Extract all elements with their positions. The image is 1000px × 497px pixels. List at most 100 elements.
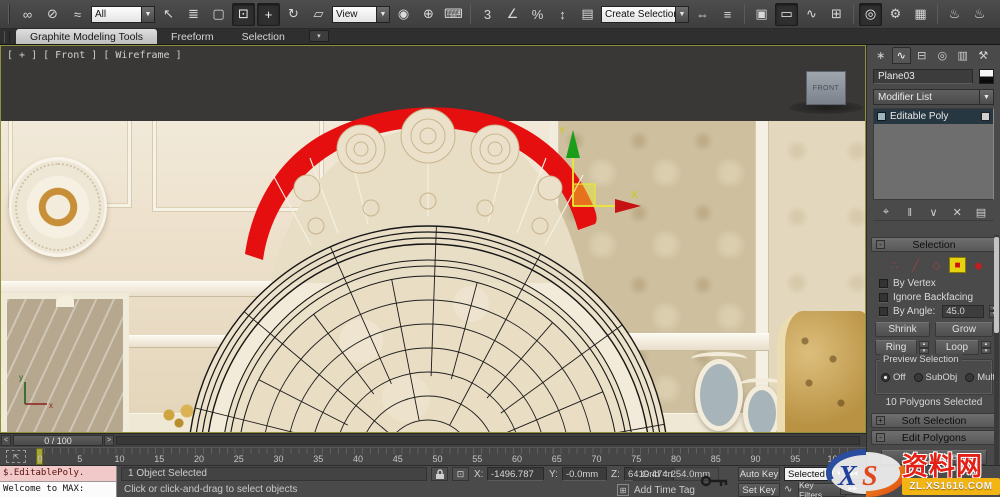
viewport-label[interactable]: [ + ] [ Front ] [ Wireframe ]: [7, 50, 182, 61]
panel-scrollbar[interactable]: [994, 235, 999, 495]
configure-modifier-sets-icon[interactable]: ▤: [972, 205, 990, 220]
chevron-down-icon[interactable]: ▼: [141, 6, 154, 22]
insert-vertex-button[interactable]: Insert Vertex: [881, 450, 987, 465]
curve-editor-icon[interactable]: ∿: [800, 3, 823, 26]
select-and-scale-icon[interactable]: ▱: [307, 3, 330, 26]
polygon-subobject-icon[interactable]: ■: [949, 257, 966, 273]
absolute-offset-toggle-icon[interactable]: ⊡: [452, 467, 469, 481]
auto-key-button[interactable]: Auto Key: [738, 467, 780, 481]
grow-button[interactable]: Grow: [935, 322, 993, 337]
select-and-link-icon[interactable]: ∞: [16, 3, 39, 26]
listener-output-line[interactable]: Welcome to MAX:: [0, 482, 116, 497]
next-frame-button[interactable]: >: [104, 435, 114, 446]
modifier-list-dropdown[interactable]: Modifier List ▼: [873, 89, 994, 105]
tab-modify[interactable]: ∿: [891, 47, 911, 64]
radio-off[interactable]: Off: [881, 372, 906, 383]
use-pivot-point-center-icon[interactable]: ◉: [392, 3, 415, 26]
rollout-header-selection[interactable]: - Selection: [871, 237, 996, 252]
radio-dot[interactable]: [965, 373, 975, 382]
element-subobject-icon[interactable]: ◆: [970, 257, 987, 273]
key-mode-dropdown[interactable]: Selected ▼: [784, 467, 846, 481]
ribbon-grip[interactable]: [4, 31, 10, 43]
ring-button[interactable]: Ring: [875, 340, 917, 355]
select-and-rotate-icon[interactable]: ↻: [282, 3, 305, 26]
toolbar-grip[interactable]: [8, 4, 10, 24]
previous-frame-button[interactable]: <: [1, 435, 11, 446]
snaps-toggle-icon[interactable]: 3: [476, 3, 499, 26]
expand-icon[interactable]: +: [876, 416, 885, 425]
go-to-start-button[interactable]: ◀◀: [840, 467, 866, 480]
key-filters-button[interactable]: Key Filters...: [798, 480, 846, 497]
radio-multi[interactable]: Multi: [965, 372, 997, 383]
rollout-header-soft-selection[interactable]: + Soft Selection: [871, 413, 996, 428]
stack-row-editable-poly[interactable]: Editable Poly: [874, 109, 993, 124]
mirror-icon[interactable]: ⇔: [691, 3, 714, 26]
named-selection-sets-dropdown[interactable]: Create Selection Se▼: [601, 5, 689, 23]
ignore-backfacing-checkbox[interactable]: [879, 292, 888, 302]
spinner-snap-toggle-icon[interactable]: ↕: [551, 3, 574, 26]
viewcube[interactable]: FRONT: [806, 71, 846, 105]
track-bar[interactable]: ⇱ 0 5 10 15 20 25 30 35 40 45 50 55 60 65 70 75 80 85 90 95…: [0, 447, 866, 465]
select-and-move-icon[interactable]: +: [257, 2, 280, 26]
material-editor-icon[interactable]: ◎: [859, 2, 882, 26]
listener-macro-line[interactable]: $.EditablePoly.: [0, 466, 116, 482]
tab-graphite-modeling-tools[interactable]: Graphite Modeling Tools: [16, 29, 158, 44]
radio-dot[interactable]: [913, 373, 923, 382]
shrink-button[interactable]: Shrink: [875, 322, 930, 337]
wireframe-model[interactable]: Y X x y: [1, 46, 866, 433]
reference-coordinate-system-dropdown[interactable]: View ▼: [332, 5, 390, 23]
rendered-frame-window-icon[interactable]: ▦: [909, 3, 932, 26]
percent-snap-toggle-icon[interactable]: %: [526, 3, 549, 26]
collapse-icon[interactable]: -: [876, 240, 885, 249]
gizmo-y-arrow[interactable]: [566, 130, 580, 158]
rollout-header-edit-polygons[interactable]: - Edit Polygons: [871, 430, 996, 445]
maxscript-mini-listener[interactable]: $.EditablePoly. Welcome to MAX:: [0, 466, 117, 497]
time-slider-handle[interactable]: 0 / 100: [13, 435, 103, 446]
chevron-down-icon[interactable]: ▼: [376, 6, 389, 22]
tab-motion[interactable]: ◎: [933, 47, 953, 64]
by-angle-checkbox[interactable]: [879, 306, 888, 316]
bind-to-space-warp-icon[interactable]: ≈: [66, 3, 89, 26]
schematic-view-icon[interactable]: ⊞: [825, 3, 848, 26]
select-object-icon[interactable]: ↖: [157, 3, 180, 26]
y-coord-field[interactable]: -0.0mm: [562, 467, 607, 481]
time-slider-track[interactable]: [116, 436, 860, 445]
tab-utilities[interactable]: ⚒: [974, 47, 994, 64]
open-mini-curve-editor-icon[interactable]: ⇱: [6, 450, 26, 463]
pin-stack-icon[interactable]: ⌖: [877, 205, 895, 220]
render-production-icon[interactable]: ♨: [943, 3, 966, 26]
viewcube-front-face[interactable]: FRONT: [813, 85, 840, 92]
scrollbar-thumb[interactable]: [994, 237, 999, 333]
tab-freeform[interactable]: Freeform: [157, 29, 228, 44]
tab-selection[interactable]: Selection: [228, 29, 299, 44]
object-color-swatch[interactable]: [979, 69, 994, 84]
modifier-stack[interactable]: Editable Poly: [873, 108, 994, 200]
add-time-tag[interactable]: Add Time Tag: [634, 485, 695, 496]
ribbon-minimize-button[interactable]: ▾: [308, 30, 329, 42]
gizmo-xy-plane-handle[interactable]: [572, 183, 596, 207]
angle-snap-toggle-icon[interactable]: ∠: [501, 3, 524, 26]
chevron-down-icon[interactable]: ▼: [675, 6, 688, 22]
keyboard-shortcut-override-icon[interactable]: ⌨: [442, 3, 465, 26]
edge-subobject-icon[interactable]: ╱: [907, 257, 924, 273]
window-crossing-toggle-icon[interactable]: ⊡: [232, 2, 255, 26]
select-by-name-icon[interactable]: ≣: [182, 3, 205, 26]
tab-display[interactable]: ▥: [953, 47, 973, 64]
play-button[interactable]: ▶▶: [840, 482, 866, 495]
make-unique-icon[interactable]: ∨: [925, 205, 943, 220]
radio-dot[interactable]: [881, 373, 890, 382]
set-key-button[interactable]: Set Key: [738, 483, 780, 497]
loop-spinner[interactable]: ▲ ▼: [981, 341, 991, 354]
tab-hierarchy[interactable]: ⊟: [912, 47, 932, 64]
gizmo-x-arrow[interactable]: [615, 199, 641, 213]
edit-named-selection-sets-icon[interactable]: ▤: [576, 3, 599, 26]
loop-button[interactable]: Loop: [935, 340, 979, 355]
ring-spinner[interactable]: ▲ ▼: [919, 341, 929, 354]
object-name-field[interactable]: Plane03: [873, 69, 973, 84]
graphite-ribbon-toggle-icon[interactable]: ▭: [775, 2, 798, 26]
tab-create[interactable]: ∗: [871, 47, 891, 64]
radio-subobj[interactable]: SubObj: [913, 372, 957, 383]
render-setup-icon[interactable]: ⚙: [884, 3, 907, 26]
render-last-icon[interactable]: ♨: [993, 3, 1000, 26]
vertex-subobject-icon[interactable]: ∴: [886, 257, 903, 273]
